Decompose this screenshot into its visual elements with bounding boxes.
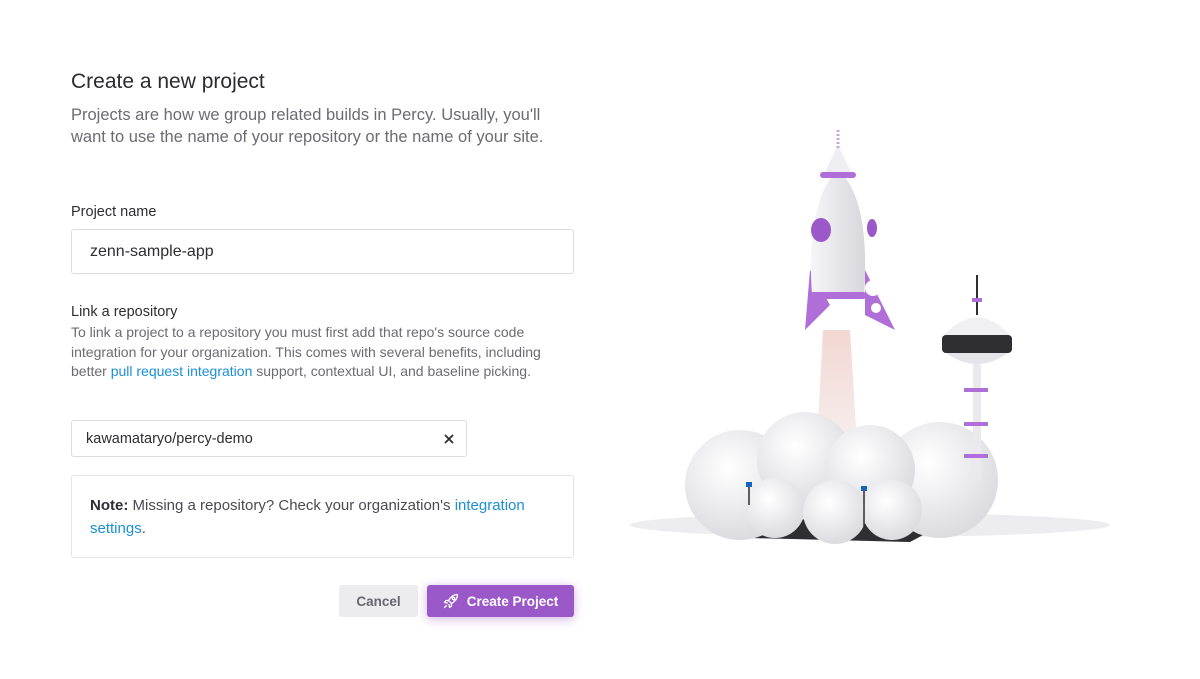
note-box: Note: Missing a repository? Check your o… [71,475,574,558]
create-project-button[interactable]: Create Project [427,585,574,617]
pull-request-integration-link[interactable]: pull request integration [111,363,253,379]
repository-select[interactable]: kawamataryo/percy-demo [71,420,467,457]
note-bold: Note: [90,497,129,514]
note-text: Note: Missing a repository? Check your o… [90,494,550,540]
note-body: Missing a repository? Check your organiz… [128,497,455,514]
link-repository-label: Link a repository [71,304,178,320]
repo-desc-text-2: support, contextual UI, and baseline pic… [252,363,531,380]
page-subtitle: Projects are how we group related builds… [71,106,544,146]
repository-selected-value: kawamataryo/percy-demo [86,430,253,447]
create-project-label: Create Project [466,593,559,609]
note-end: . [141,520,146,537]
link-repository-description: To link a project to a repository you mu… [71,323,574,382]
rocket-icon [443,593,458,609]
rocket-launch-illustration [630,130,1110,544]
cancel-button[interactable]: Cancel [339,585,418,617]
project-name-label: Project name [71,204,157,220]
project-name-input[interactable]: zenn-sample-app [71,229,574,274]
clear-repository-button[interactable] [432,421,466,456]
close-icon [444,434,454,443]
page-title: Create a new project [71,70,265,93]
project-name-value: zenn-sample-app [90,242,214,260]
